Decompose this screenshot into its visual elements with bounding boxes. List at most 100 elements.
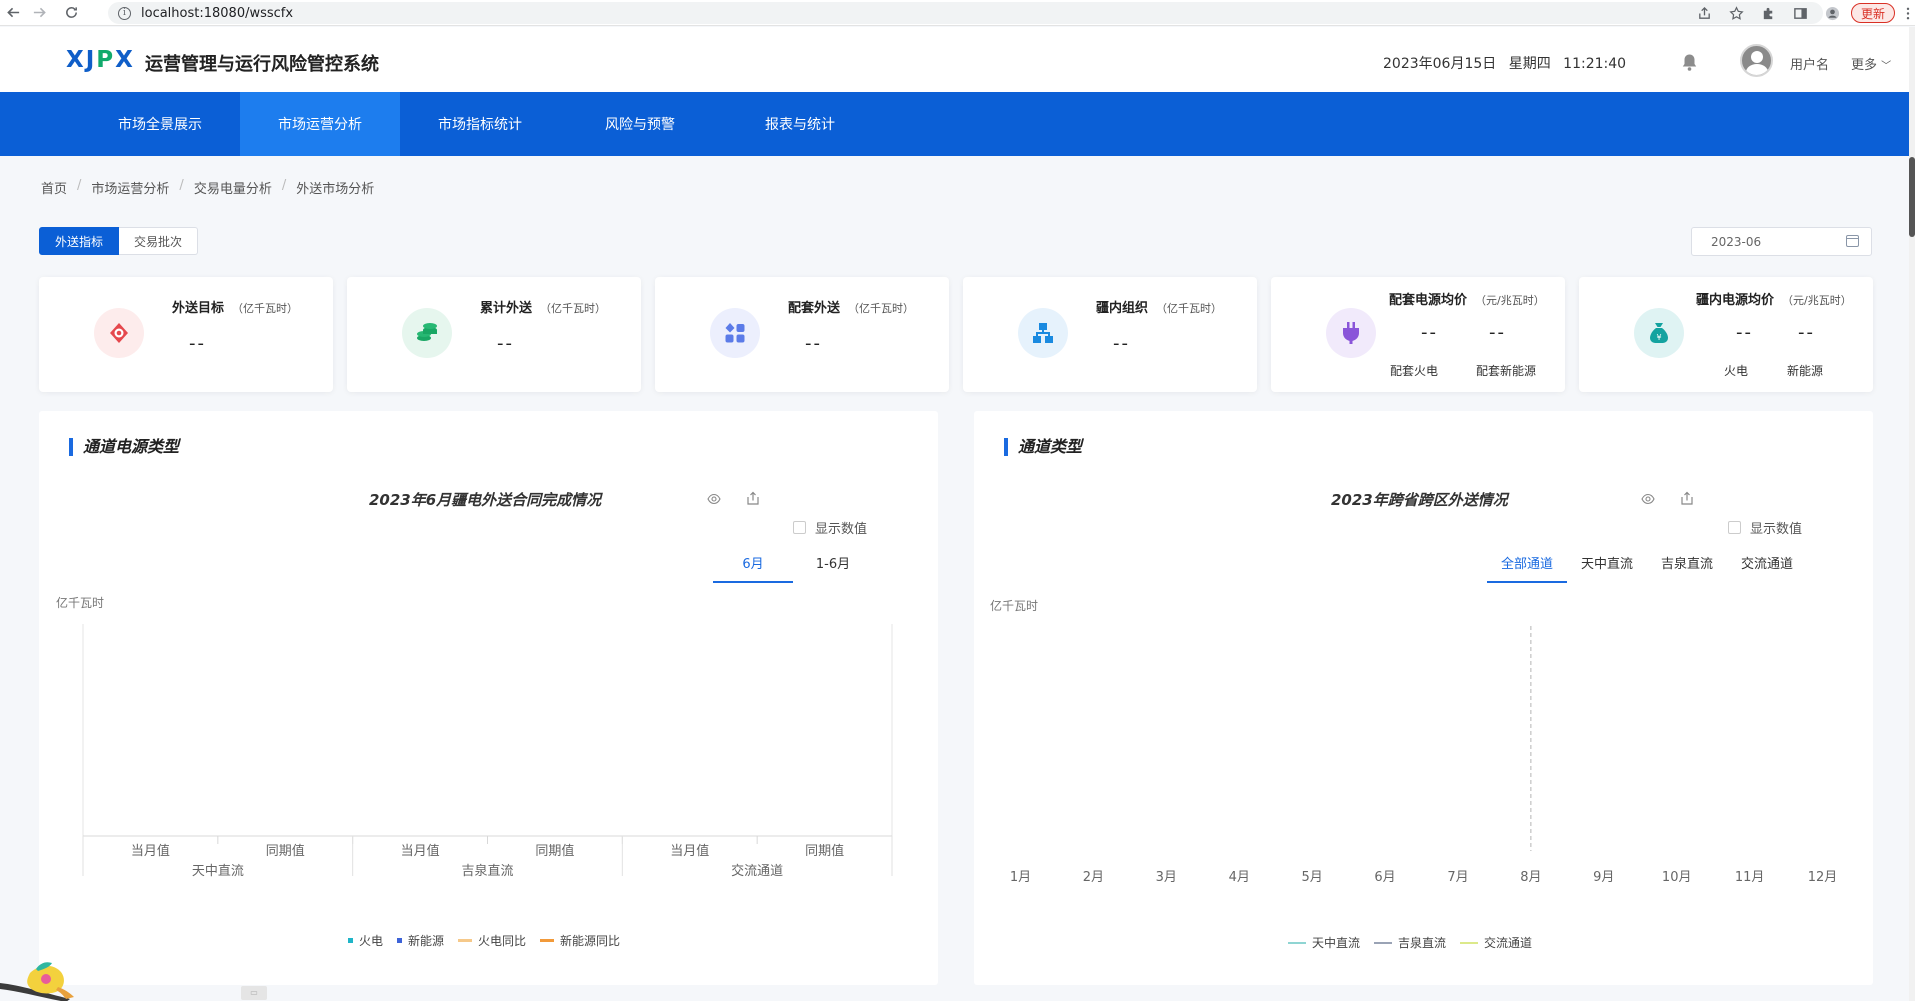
chart-tab-tianzhong[interactable]: 天中直流 [1567,549,1647,583]
x-tick-label: 当月值 [131,843,170,859]
month-picker-value: 2023-06 [1711,234,1762,249]
kpi-unit: （亿千瓦时） [232,302,299,315]
info-icon[interactable]: i [118,6,131,20]
reload-icon[interactable] [58,0,84,26]
bell-icon[interactable] [1681,53,1698,72]
nav-item-market-indicators[interactable]: 市场指标统计 [400,92,560,156]
chart-title: 2023年跨省跨区外送情况 [1331,491,1508,509]
legend-item[interactable]: 火电 [348,932,383,949]
x-tick-label: 4月 [1229,870,1250,885]
checkbox-box[interactable] [1728,521,1741,534]
bookmark-star-icon[interactable] [1721,0,1753,26]
x-tick-label: 5月 [1301,870,1322,885]
legend-label: 天中直流 [1312,936,1361,950]
avatar[interactable] [1740,44,1773,77]
mascot-decoration [0,962,74,1001]
export-icon[interactable] [746,491,760,505]
bar-chart: 当月值 同期值 当月值 同期值 当月值 同期值天中直流 吉泉直流 交流通道 [82,624,893,879]
kpi-card-supporting-export: 配套外送 （亿千瓦时） -- [655,277,949,392]
x-tick-label: 6月 [1374,870,1395,885]
chart-tab-ac-channel[interactable]: 交流通道 [1727,549,1807,583]
update-button[interactable]: 更新 [1850,3,1895,23]
username[interactable]: 用户名 [1790,54,1829,73]
x-tick-label: 同期值 [266,843,305,859]
system-title: 运营管理与运行风险管控系统 [145,54,379,75]
nav-item-market-operation[interactable]: 市场运营分析 [240,92,400,156]
tab-export-indicators[interactable]: 外送指标 [39,227,120,255]
show-values-checkbox[interactable]: 显示数值 [1728,518,1802,537]
legend-label: 新能源同比 [560,934,621,948]
kpi-value: -- [805,333,822,354]
legend-item[interactable]: 新能源 [397,932,444,949]
kpi-title: 累计外送 [480,301,533,316]
chart-tab-jan-june[interactable]: 1-6月 [793,549,873,583]
side-panel-icon[interactable] [1785,0,1817,26]
grid-icon [710,308,760,358]
chart-title: 2023年6月疆电外送合同完成情况 [369,491,602,509]
checkbox-box[interactable] [793,521,806,534]
kpi-sub-label-renewable: 配套新能源 [1476,364,1537,378]
kpi-card-intra-region: 疆内组织 （亿千瓦时） -- [963,277,1257,392]
weekday-text: 星期四 [1508,56,1551,72]
legend-item[interactable]: 火电同比 [458,932,526,949]
chart-tab-june[interactable]: 6月 [713,549,793,583]
export-icon[interactable] [1680,491,1694,505]
x-tick-label: 当月值 [670,843,709,859]
eye-icon[interactable] [707,492,721,506]
group-label: 交流通道 [731,863,783,879]
legend-item[interactable]: 吉泉直流 [1374,934,1446,951]
profile-icon[interactable] [1817,0,1849,26]
forward-icon[interactable] [26,0,52,26]
nav-item-reports[interactable]: 报表与统计 [720,92,880,156]
breadcrumb-trade-volume[interactable]: 交易电量分析 [194,178,272,197]
plug-icon [1326,308,1376,358]
calendar-icon [1846,235,1859,247]
line-chart: 1月 2月 3月 4月 5月 6月 7月 8月 9月 10月 11月 12月 [1010,626,1837,885]
page-scrollbar[interactable] [1909,27,1915,1001]
svg-text:¥: ¥ [1656,333,1661,342]
target-icon [94,308,144,358]
eye-icon[interactable] [1641,492,1655,506]
legend-label: 交流通道 [1484,936,1533,950]
chart-tabs: 全部通道 天中直流 吉泉直流 交流通道 [1487,549,1807,583]
chart-tab-all-channels[interactable]: 全部通道 [1487,549,1567,583]
extensions-icon[interactable] [1753,0,1785,26]
legend-item[interactable]: 天中直流 [1288,934,1360,951]
panel-title: 通道电源类型 [69,438,179,456]
show-values-checkbox[interactable]: 显示数值 [793,518,867,537]
x-tick-label: 同期值 [535,843,574,859]
breadcrumb-current: 外送市场分析 [296,182,375,197]
kpi-value: -- [1113,333,1130,354]
legend-item[interactable]: 交流通道 [1460,934,1532,951]
menu-dots-icon[interactable] [1901,0,1915,26]
kpi-unit: （元/兆瓦时） [1782,294,1852,307]
x-tick-label: 9月 [1593,870,1614,885]
x-tick-label: 11月 [1735,870,1765,885]
nav-item-risk-warning[interactable]: 风险与预警 [560,92,720,156]
legend-label: 吉泉直流 [1398,936,1447,950]
chart-tab-jiquan[interactable]: 吉泉直流 [1647,549,1727,583]
back-icon[interactable] [0,0,26,26]
share-page-icon[interactable] [1689,0,1721,26]
legend-label: 火电 [359,934,384,948]
breadcrumb-market-operation[interactable]: 市场运营分析 [91,178,169,197]
logo: XJPX [66,47,135,73]
legend-label: 火电同比 [478,934,527,948]
breadcrumb-home[interactable]: 首页 [41,178,67,197]
app-header: XJPX 运营管理与运行风险管控系统 2023年06月15日 星期四 11:21… [0,27,1909,92]
x-tick-label: 当月值 [401,843,440,859]
chevron-down-icon: ﹀ [1881,61,1892,72]
address-bar[interactable]: i localhost:18080/wsscfx [108,2,1823,24]
legend-item[interactable]: 新能源同比 [540,932,620,949]
nav-item-market-overview[interactable]: 市场全景展示 [80,92,240,156]
tab-trade-batches[interactable]: 交易批次 [119,227,199,255]
url-text: localhost:18080/wsscfx [141,5,294,21]
x-tick-label: 3月 [1156,870,1177,885]
kpi-unit: （亿千瓦时） [540,302,607,315]
more-dropdown[interactable]: 更多 ﹀ [1851,54,1891,73]
month-picker[interactable]: 2023-06 [1691,227,1872,256]
chart-legend: 天中直流 吉泉直流 交流通道 [1288,934,1532,951]
scrollbar-thumb[interactable] [1909,157,1915,237]
kpi-card-cumulative-export: 累计外送 （亿千瓦时） -- [347,277,641,392]
collapsed-widget[interactable]: ▭ [241,986,267,1000]
